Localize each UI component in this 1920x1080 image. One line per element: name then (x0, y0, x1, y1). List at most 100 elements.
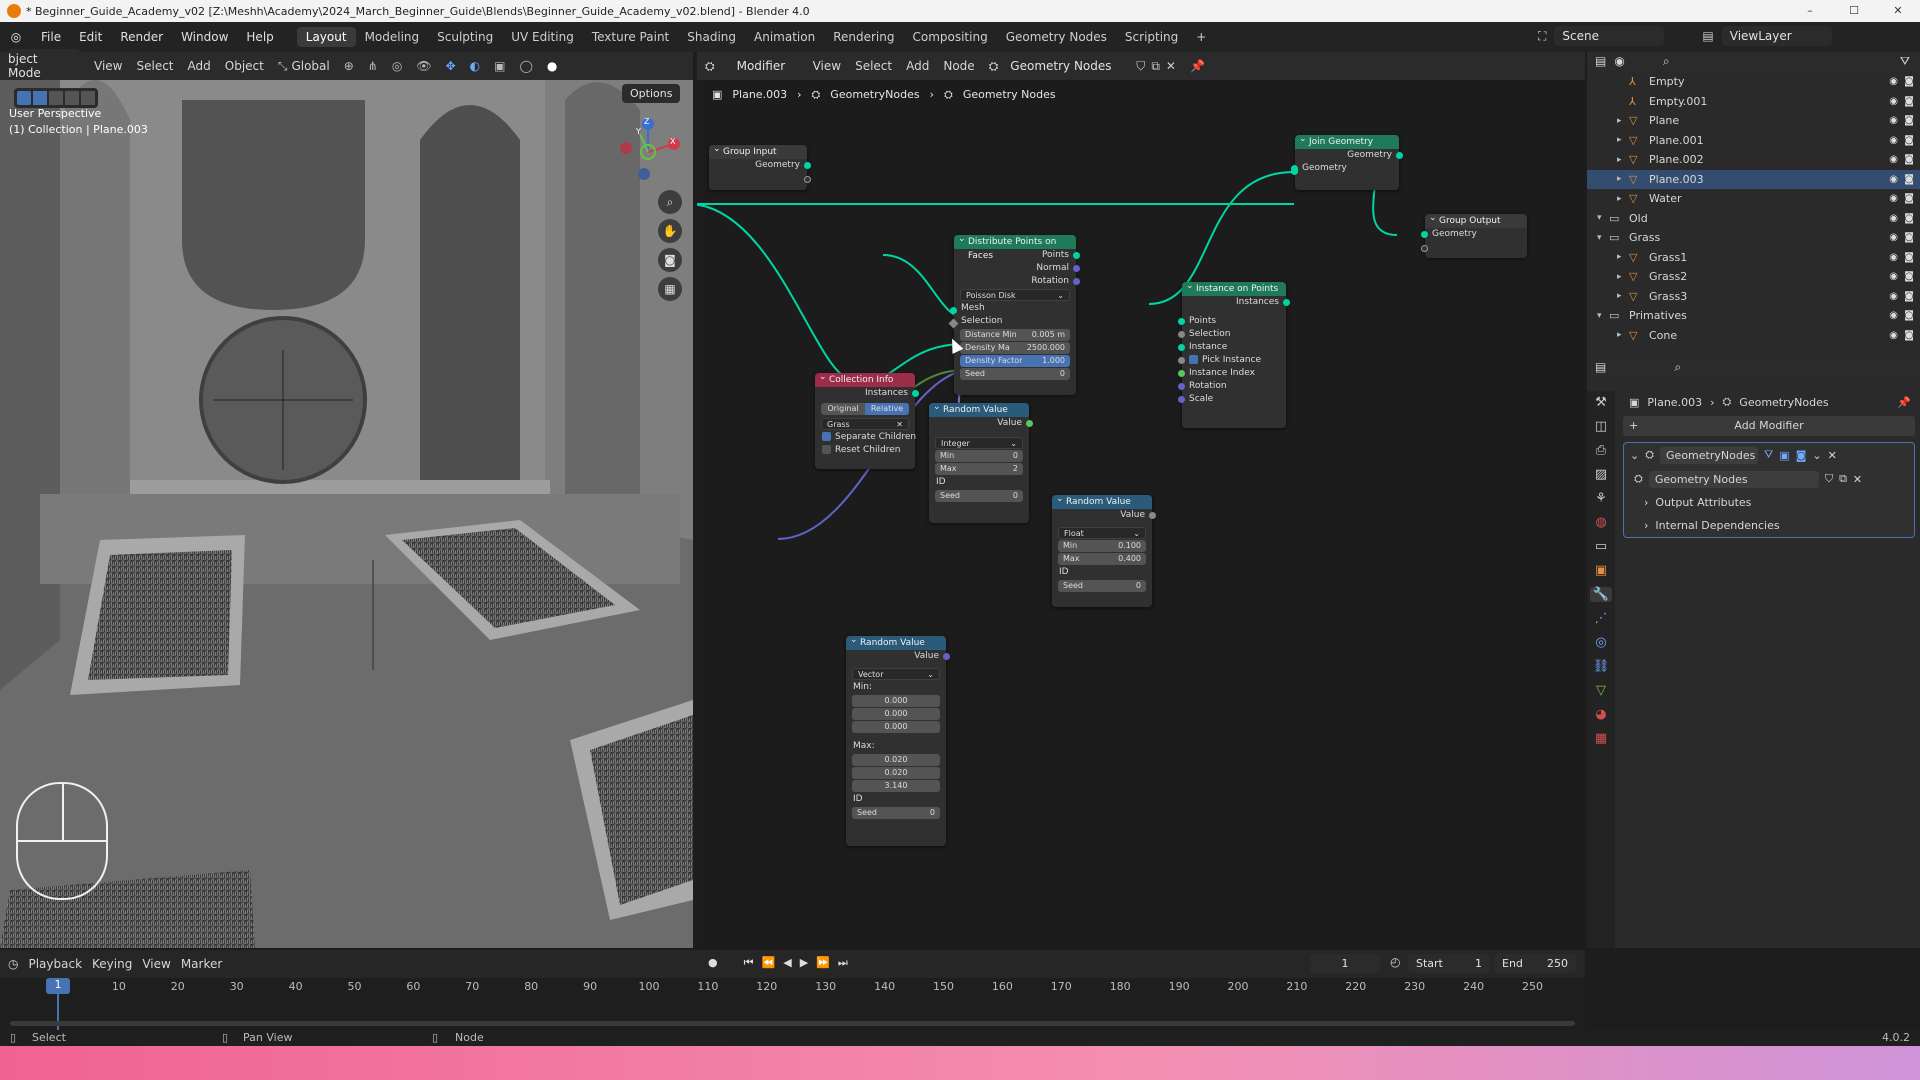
socket-normal-out[interactable] (1073, 265, 1080, 272)
distribute-mode-dropdown[interactable]: Poisson Disk ⌄ (960, 289, 1070, 301)
outliner-row[interactable]: ▸ ▽ Plane ◉ ◙ (1587, 111, 1920, 131)
node-menu-view[interactable]: View (813, 59, 841, 73)
timeline-menu-marker[interactable]: Marker (181, 957, 222, 971)
density-factor-field[interactable]: Density Factor 1.000 (960, 355, 1070, 367)
data-tab-icon[interactable]: ▽ (1596, 683, 1606, 698)
search-icon[interactable]: ⌕ (1674, 360, 1681, 375)
mode-selector[interactable]: bject Mode (8, 49, 80, 83)
render-camera-icon[interactable]: ◙ (1904, 271, 1914, 282)
chevron-right-icon[interactable]: ▸ (1617, 174, 1622, 184)
node-title[interactable]: Distribute Points on Faces (954, 232, 1076, 261)
outliner-row[interactable]: ▸ ▽ Plane.001 ◉ ◙ (1587, 131, 1920, 151)
viewport-menu-object[interactable]: Object (225, 59, 264, 73)
data-type-dropdown[interactable]: Vector ⌄ (852, 668, 940, 680)
original-toggle[interactable]: Original (821, 403, 865, 415)
render-camera-icon[interactable]: ◙ (1904, 174, 1914, 185)
texture-tab-icon[interactable]: ▦ (1595, 731, 1607, 746)
camera-icon[interactable]: ◙ (658, 248, 682, 272)
chevron-right-icon[interactable]: ▸ (1617, 272, 1622, 282)
viewport-menu-add[interactable]: Add (188, 59, 211, 73)
node-title[interactable]: Random Value (1052, 492, 1152, 509)
editor-type-icon[interactable]: ⛭ (705, 59, 715, 74)
separate-children-checkbox[interactable]: Separate Children (815, 431, 916, 444)
max-field[interactable]: Max 0.400 (1058, 553, 1146, 565)
pan-hand-icon[interactable]: ✋ (658, 219, 682, 243)
node-editor[interactable]: ▣ Plane.003 › ⛭ GeometryNodes › ⛭ Geomet… (697, 80, 1585, 948)
render-camera-icon[interactable]: ◙ (1904, 252, 1914, 263)
proportional-icon[interactable]: ◎ (392, 59, 402, 73)
menu-file[interactable]: File (32, 30, 70, 44)
viewlayer-selector[interactable]: ViewLayer (1721, 26, 1832, 46)
render-camera-icon[interactable]: ◙ (1904, 213, 1914, 224)
close-icon[interactable]: ✕ (1853, 473, 1862, 486)
wireframe-shading-icon[interactable]: ◯ (519, 59, 532, 73)
chevron-right-icon[interactable]: ▸ (1617, 155, 1622, 165)
panel-internal-dependencies[interactable]: › Internal Dependencies (1624, 515, 1914, 537)
close-button[interactable]: ✕ (1876, 0, 1920, 22)
jump-end-icon[interactable]: ⏭ (838, 956, 848, 970)
collection-tab-icon[interactable]: ▭ (1595, 539, 1607, 554)
socket-geometry-out[interactable] (1396, 152, 1403, 159)
outliner-row[interactable]: ▸ ▽ Grass1 ◉ ◙ (1587, 248, 1920, 268)
render-camera-icon[interactable]: ◙ (1904, 232, 1914, 243)
orientation-dropdown[interactable]: Global (291, 59, 329, 73)
visibility-eye-icon[interactable]: ◉ (1889, 291, 1898, 302)
menu-render[interactable]: Render (111, 30, 172, 44)
visibility-eye-icon[interactable]: ◉ (1889, 96, 1898, 107)
outliner-row[interactable]: ▾ ▭ Primatives ◉ ◙ (1587, 306, 1920, 326)
tab-texture-paint[interactable]: Texture Paint (583, 27, 678, 47)
outliner-row[interactable]: ▸ ▽ Plane.002 ◉ ◙ (1587, 150, 1920, 170)
transform-orientation-icon[interactable]: ⤡ (278, 59, 288, 74)
seed-field[interactable]: Seed 0 (1058, 580, 1146, 592)
properties-editor-icon[interactable]: ▤ (1595, 360, 1606, 374)
chevron-right-icon[interactable]: ▸ (1617, 252, 1622, 262)
socket-geometry-in[interactable] (1291, 165, 1298, 175)
viewlayer-icon[interactable]: ▤ (1702, 29, 1713, 43)
node-title[interactable]: Join Geometry (1295, 132, 1399, 149)
node-title[interactable]: Collection Info (815, 370, 915, 387)
search-icon[interactable]: ⌕ (1663, 54, 1670, 69)
duplicate-icon[interactable]: ⧉ (1839, 472, 1847, 486)
particles-tab-icon[interactable]: ⋰ (1595, 611, 1608, 626)
socket-rotation-out[interactable] (1073, 278, 1080, 285)
snap-icon[interactable]: ⋔ (368, 59, 378, 73)
socket-points-out[interactable] (1073, 252, 1080, 259)
node-title[interactable]: Instance on Points (1182, 279, 1286, 296)
node-instance-on-points[interactable]: Instance on Points Instances Points Sele… (1178, 279, 1290, 428)
socket-value-out[interactable] (1026, 420, 1033, 427)
chevron-right-icon[interactable]: ▸ (1617, 116, 1622, 126)
menu-edit[interactable]: Edit (70, 30, 111, 44)
fake-user-icon[interactable]: ⛉ (1825, 472, 1833, 486)
playhead-frame-label[interactable]: 1 (46, 978, 70, 994)
reset-children-checkbox[interactable]: Reset Children (815, 444, 915, 457)
tab-compositing[interactable]: Compositing (903, 27, 996, 47)
max-field[interactable]: Max 2 (935, 463, 1023, 475)
outliner-row[interactable]: ▾ ▭ Grass ◉ ◙ (1587, 228, 1920, 248)
scene-tab-icon[interactable]: ⚘ (1595, 491, 1607, 506)
start-frame-field[interactable]: Start 1 (1408, 954, 1490, 973)
node-title[interactable]: Random Value (929, 400, 1029, 417)
node-join-geometry[interactable]: Join Geometry Geometry Geometry (1291, 132, 1403, 190)
pick-instance-checkbox[interactable]: Pick Instance (1182, 354, 1286, 367)
render-camera-icon[interactable]: ◙ (1904, 193, 1914, 204)
socket-instances-out[interactable] (912, 390, 919, 397)
blender-menu-icon[interactable]: ◎ (0, 30, 32, 44)
tab-sculpting[interactable]: Sculpting (428, 27, 502, 47)
socket-geometry-out[interactable] (804, 162, 811, 169)
collection-field[interactable]: Grass ✕ (821, 418, 909, 430)
outliner-row[interactable]: ▸ ▽ Grass3 ◉ ◙ (1587, 287, 1920, 307)
min-z-field[interactable]: 0.000 (852, 721, 940, 733)
visibility-eye-icon[interactable]: ◉ (1889, 252, 1898, 263)
socket-value-out[interactable] (1149, 512, 1156, 519)
visibility-eye-icon[interactable]: ◉ (1889, 271, 1898, 282)
socket-points-in[interactable] (1178, 318, 1185, 325)
max-x-field[interactable]: 0.020 (852, 754, 940, 766)
outliner-row[interactable]: ▸ ▽ Water ◉ ◙ (1587, 189, 1920, 209)
chevron-right-icon[interactable]: ▸ (1617, 194, 1622, 204)
output-tab-icon[interactable]: ⎙ (1596, 443, 1606, 458)
close-icon[interactable]: ✕ (896, 419, 903, 429)
minimize-button[interactable]: – (1788, 0, 1832, 22)
tab-rendering[interactable]: Rendering (824, 27, 903, 47)
relative-toggle[interactable]: Relative (865, 403, 909, 415)
timeline-menu-playback[interactable]: Playback (28, 957, 82, 971)
